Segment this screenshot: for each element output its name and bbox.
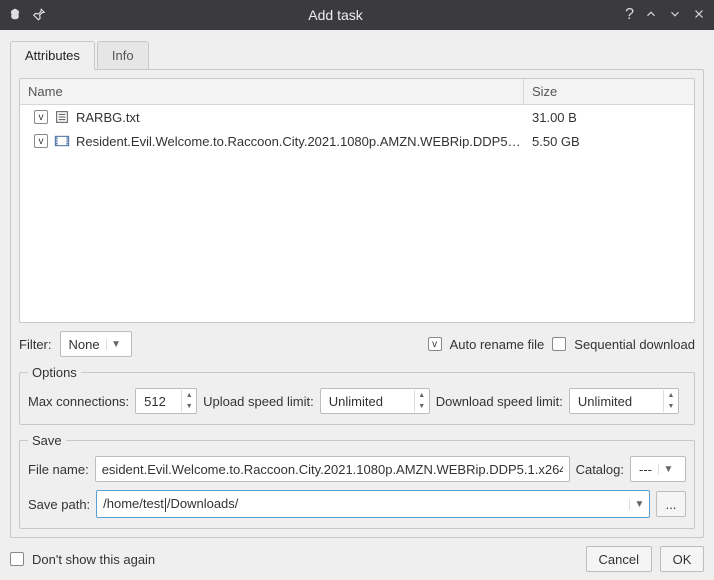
chevron-down-icon[interactable]: ▼ [629, 499, 649, 510]
savepath-combobox[interactable]: /home/test/Downloads/ ▼ [96, 490, 650, 518]
upload-limit-label: Upload speed limit: [203, 394, 314, 409]
tab-info[interactable]: Info [97, 41, 149, 70]
spin-down-icon[interactable]: ▼ [415, 401, 429, 412]
catalog-select[interactable]: --- ▼ [630, 456, 686, 482]
help-icon[interactable]: ? [625, 6, 634, 24]
column-header-name[interactable]: Name [20, 79, 524, 104]
savepath-label: Save path: [28, 497, 90, 512]
spin-up-icon[interactable]: ▲ [664, 390, 678, 401]
file-table-header: Name Size [20, 79, 694, 105]
spin-up-icon[interactable]: ▲ [415, 390, 429, 401]
file-name: Resident.Evil.Welcome.to.Raccoon.City.20… [76, 134, 524, 149]
auto-rename-checkbox[interactable]: v [428, 337, 442, 351]
text-file-icon [54, 109, 70, 125]
table-row[interactable]: v Resident.Evil.Welcome.to.Raccoon.City.… [20, 129, 694, 153]
filename-label: File name: [28, 462, 89, 477]
save-group: Save File name: Catalog: --- ▼ Save path… [19, 433, 695, 529]
row-checkbox[interactable]: v [34, 134, 48, 148]
filter-select[interactable]: None ▼ [60, 331, 132, 357]
filename-input[interactable] [95, 456, 570, 482]
close-icon[interactable] [692, 7, 706, 24]
chevron-down-icon: ▼ [106, 339, 122, 350]
window-title: Add task [46, 7, 625, 23]
spin-down-icon[interactable]: ▼ [664, 401, 678, 412]
tab-attributes[interactable]: Attributes [10, 41, 95, 70]
save-legend: Save [28, 433, 66, 448]
tab-bar: Attributes Info [10, 41, 704, 70]
download-limit-label: Download speed limit: [436, 394, 563, 409]
options-legend: Options [28, 365, 81, 380]
pin-icon[interactable] [32, 7, 46, 24]
filter-label: Filter: [19, 337, 52, 352]
file-name: RARBG.txt [76, 110, 140, 125]
video-file-icon [54, 133, 70, 149]
sequential-download-checkbox[interactable]: v [552, 337, 566, 351]
maximize-icon[interactable] [668, 7, 682, 24]
upload-limit-spinner[interactable]: Unlimited ▲▼ [320, 388, 430, 414]
dont-show-label: Don't show this again [32, 552, 155, 567]
browse-button[interactable]: ... [656, 491, 686, 517]
spin-up-icon[interactable]: ▲ [182, 390, 196, 401]
ok-button[interactable]: OK [660, 546, 704, 572]
file-size: 5.50 GB [524, 134, 694, 149]
minimize-icon[interactable] [644, 7, 658, 24]
titlebar: Add task ? [0, 0, 714, 30]
chevron-down-icon: ▼ [658, 464, 674, 475]
file-table: Name Size v RARBG.txt 31.00 B v [19, 78, 695, 323]
auto-rename-label: Auto rename file [450, 337, 545, 352]
catalog-label: Catalog: [576, 462, 624, 477]
max-connections-spinner[interactable]: 512 ▲▼ [135, 388, 197, 414]
dont-show-checkbox[interactable]: v [10, 552, 24, 566]
app-icon [8, 7, 22, 24]
download-limit-spinner[interactable]: Unlimited ▲▼ [569, 388, 679, 414]
file-size: 31.00 B [524, 110, 694, 125]
sequential-download-label: Sequential download [574, 337, 695, 352]
max-connections-label: Max connections: [28, 394, 129, 409]
cancel-button[interactable]: Cancel [586, 546, 652, 572]
table-row[interactable]: v RARBG.txt 31.00 B [20, 105, 694, 129]
options-group: Options Max connections: 512 ▲▼ Upload s… [19, 365, 695, 425]
spin-down-icon[interactable]: ▼ [182, 401, 196, 412]
column-header-size[interactable]: Size [524, 79, 694, 104]
row-checkbox[interactable]: v [34, 110, 48, 124]
tab-panel-attributes: Name Size v RARBG.txt 31.00 B v [10, 69, 704, 538]
